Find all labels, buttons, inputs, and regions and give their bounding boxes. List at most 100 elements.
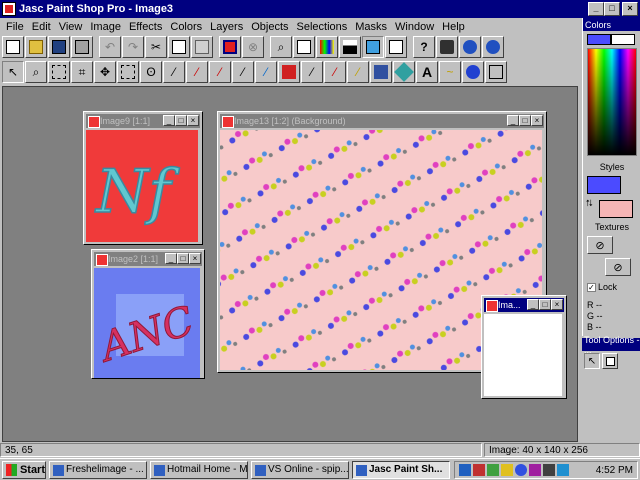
- color-palette-toggle-icon[interactable]: [316, 36, 338, 58]
- image3-window[interactable]: Ima... _ □ ×: [481, 295, 567, 399]
- tray-volume-icon[interactable]: [543, 464, 555, 476]
- scratch-remover-tool-icon[interactable]: ⁄: [301, 61, 323, 83]
- swap-colors-icon[interactable]: ⮁: [585, 198, 592, 209]
- taskbar-item-paint-shop-pro[interactable]: Jasc Paint Sh...: [352, 460, 450, 479]
- active-color-swatch[interactable]: [587, 34, 611, 45]
- image13-close-button[interactable]: ×: [531, 115, 543, 126]
- image3-titlebar[interactable]: Ima... _ □ ×: [484, 298, 564, 312]
- image2-maximize-button[interactable]: □: [177, 253, 189, 264]
- lock-checkbox[interactable]: ✓: [587, 282, 596, 292]
- background-texture-button[interactable]: ⊘: [605, 258, 631, 276]
- layer-palette-toggle-icon[interactable]: [362, 36, 384, 58]
- redo-icon[interactable]: ↷: [122, 36, 144, 58]
- minimize-button[interactable]: _: [588, 2, 604, 16]
- menu-help[interactable]: Help: [438, 21, 469, 33]
- color-replacer-tool-icon[interactable]: ⁄: [255, 61, 277, 83]
- lock-option[interactable]: ✓ Lock: [587, 282, 617, 292]
- browse-icon[interactable]: ⊗: [242, 36, 264, 58]
- tray-app-icon[interactable]: [473, 464, 485, 476]
- tray-display-icon[interactable]: [557, 464, 569, 476]
- save-icon[interactable]: [48, 36, 70, 58]
- new-icon[interactable]: [2, 36, 24, 58]
- taskbar-item-hotmail[interactable]: Hotmail Home - M...: [150, 460, 248, 479]
- menu-selections[interactable]: Selections: [293, 21, 352, 33]
- image3-close-button[interactable]: ×: [551, 299, 563, 310]
- text-tool-icon[interactable]: A: [416, 61, 438, 83]
- full-screen-preview-icon[interactable]: [219, 36, 241, 58]
- tool-options-titlebar[interactable]: Tool Options - ...: [582, 335, 640, 355]
- menu-image[interactable]: Image: [86, 21, 125, 33]
- animation-shop-icon[interactable]: [459, 36, 481, 58]
- foreground-style-swatch[interactable]: [587, 176, 621, 194]
- web-export-icon[interactable]: [482, 36, 504, 58]
- picture-tube-tool-icon[interactable]: ⁄: [347, 61, 369, 83]
- selection-tool-icon[interactable]: [117, 61, 139, 83]
- overview-window-icon[interactable]: [293, 36, 315, 58]
- menu-view[interactable]: View: [55, 21, 87, 33]
- freehand-tool-icon[interactable]: ʘ: [140, 61, 162, 83]
- clock[interactable]: 4:52 PM: [596, 465, 637, 476]
- image2-titlebar[interactable]: Image2 [1:1] _ □ ×: [94, 252, 202, 266]
- tray-network-icon[interactable]: [459, 464, 471, 476]
- airbrush-tool-icon[interactable]: [370, 61, 392, 83]
- menu-effects[interactable]: Effects: [125, 21, 166, 33]
- image2-canvas[interactable]: ANC: [94, 268, 200, 378]
- copy-icon[interactable]: [168, 36, 190, 58]
- close-button[interactable]: ×: [622, 2, 638, 16]
- print-icon[interactable]: [71, 36, 93, 58]
- tray-globe-icon[interactable]: [515, 464, 527, 476]
- image2-minimize-button[interactable]: _: [165, 253, 177, 264]
- image13-titlebar[interactable]: Image13 [1:2] (Background) _ □ ×: [220, 114, 544, 128]
- foreground-texture-button[interactable]: ⊘: [587, 236, 613, 254]
- undo-icon[interactable]: ↶: [99, 36, 121, 58]
- image9-maximize-button[interactable]: □: [175, 115, 187, 126]
- magic-wand-tool-icon[interactable]: ⁄: [163, 61, 185, 83]
- open-icon[interactable]: [25, 36, 47, 58]
- deform-tool-icon[interactable]: [48, 61, 70, 83]
- draw-tool-icon[interactable]: ~: [439, 61, 461, 83]
- menu-window[interactable]: Window: [391, 21, 438, 33]
- object-selector-tool-icon[interactable]: [485, 61, 507, 83]
- tray-monitor-icon[interactable]: [529, 464, 541, 476]
- menu-file[interactable]: File: [2, 21, 28, 33]
- taskbar-item-vs-online[interactable]: VS Online - spip...: [251, 460, 349, 479]
- flood-fill-tool-icon[interactable]: [393, 61, 415, 83]
- eraser-tool-icon[interactable]: ⁄: [324, 61, 346, 83]
- cut-icon[interactable]: ✂: [145, 36, 167, 58]
- retouch-tool-icon[interactable]: [278, 61, 300, 83]
- image3-canvas[interactable]: [484, 314, 562, 396]
- menu-objects[interactable]: Objects: [247, 21, 292, 33]
- tool-options-toggle-icon[interactable]: [385, 36, 407, 58]
- menu-layers[interactable]: Layers: [206, 21, 247, 33]
- paint-shop-pro-icon[interactable]: [2, 2, 16, 16]
- image3-maximize-button[interactable]: □: [539, 299, 551, 310]
- image9-close-button[interactable]: ×: [187, 115, 199, 126]
- crop-tool-icon[interactable]: ⌗: [71, 61, 93, 83]
- mover-tool-icon[interactable]: ✥: [94, 61, 116, 83]
- image3-minimize-button[interactable]: _: [527, 299, 539, 310]
- color-spectrum[interactable]: [587, 48, 637, 156]
- image2-close-button[interactable]: ×: [189, 253, 201, 264]
- image9-titlebar[interactable]: Image9 [1:1] _ □ ×: [86, 114, 200, 128]
- active-bg-swatch[interactable]: [611, 34, 635, 45]
- paste-icon[interactable]: [191, 36, 213, 58]
- start-button[interactable]: Start: [2, 460, 46, 479]
- maximize-button[interactable]: □: [604, 2, 620, 16]
- tray-antivirus-icon[interactable]: [487, 464, 499, 476]
- histogram-icon[interactable]: [339, 36, 361, 58]
- image9-minimize-button[interactable]: _: [163, 115, 175, 126]
- paint-brush-tool-icon[interactable]: ⁄: [209, 61, 231, 83]
- dropper-tool-icon[interactable]: ⁄: [186, 61, 208, 83]
- tool-options-arrow-icon[interactable]: ↖: [584, 353, 600, 369]
- preset-shapes-tool-icon[interactable]: [462, 61, 484, 83]
- arrow-tool-icon[interactable]: ↖: [2, 61, 24, 83]
- image9-window[interactable]: Image9 [1:1] _ □ × Nf: [83, 111, 203, 245]
- image2-window[interactable]: Image2 [1:1] _ □ × ANC: [91, 249, 205, 379]
- image13-minimize-button[interactable]: _: [507, 115, 519, 126]
- camera-capture-icon[interactable]: [436, 36, 458, 58]
- zoom-toolbar-icon[interactable]: ⌕: [270, 36, 292, 58]
- clone-brush-tool-icon[interactable]: ⁄: [232, 61, 254, 83]
- image13-maximize-button[interactable]: □: [519, 115, 531, 126]
- tray-messenger-icon[interactable]: [501, 464, 513, 476]
- tool-options-window-icon[interactable]: [602, 353, 618, 369]
